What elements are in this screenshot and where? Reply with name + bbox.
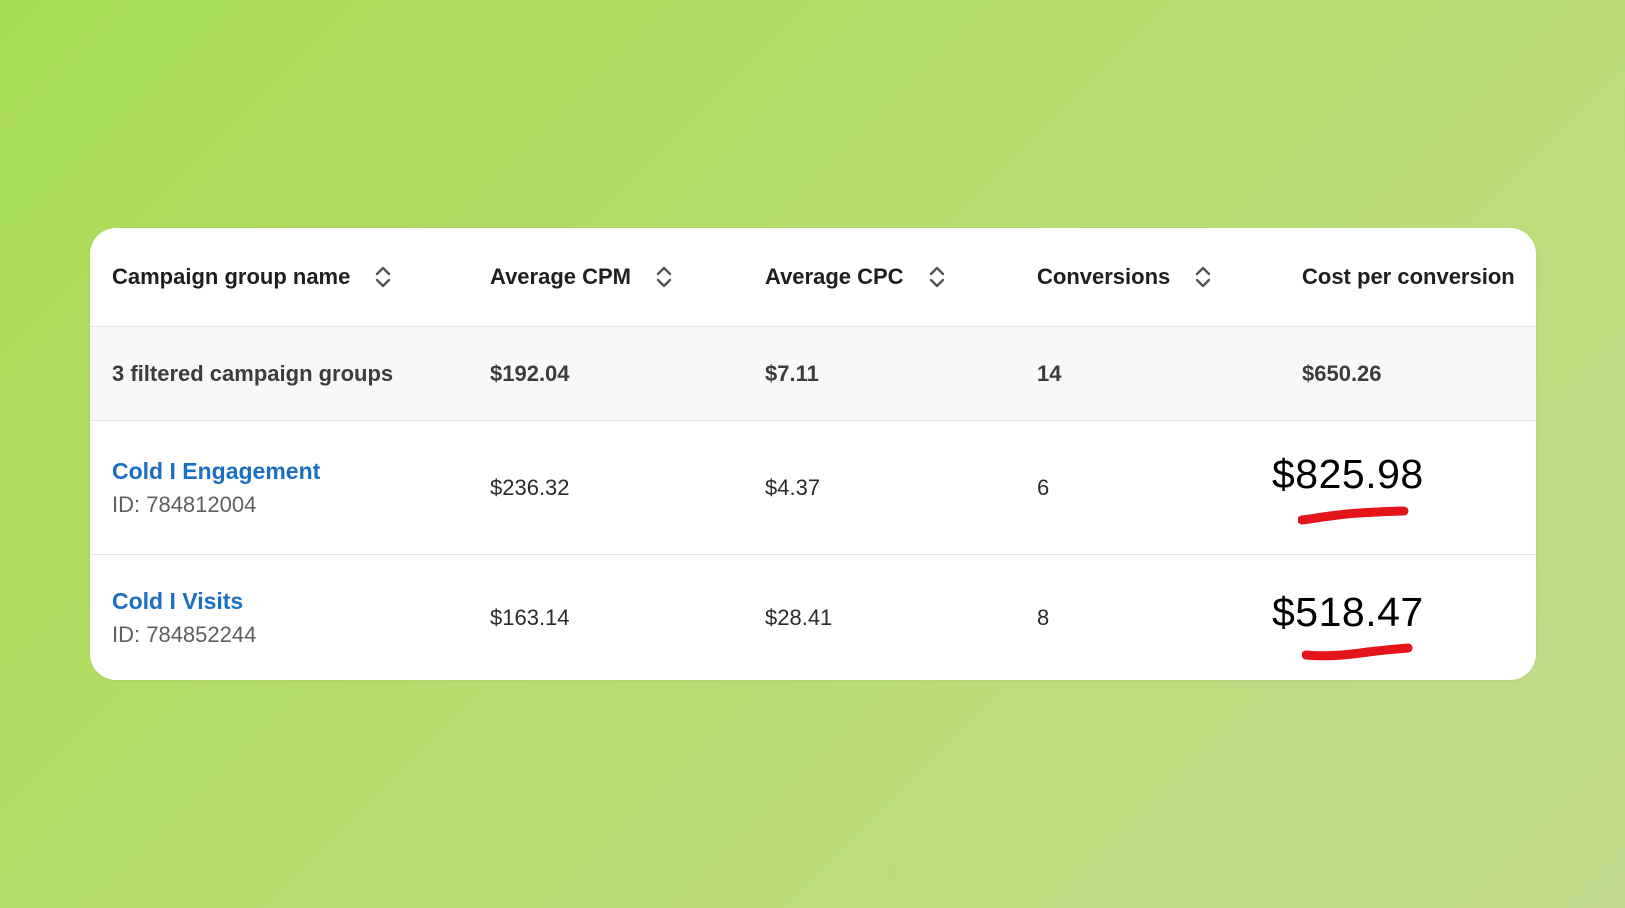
column-header-label: Conversions xyxy=(1037,264,1171,289)
summary-row: 3 filtered campaign groups $192.04 $7.11… xyxy=(90,327,1536,421)
conversions-cell: 8 xyxy=(1037,604,1050,630)
average-cpm-cell: $236.32 xyxy=(490,474,570,500)
table-header-row: Campaign group name Average CPM Average … xyxy=(90,228,1536,327)
campaign-group-id: ID: 784812004 xyxy=(112,491,257,517)
summary-cost-per-conversion: $650.26 xyxy=(1302,360,1382,386)
cost-per-conversion-cell: $518.47 xyxy=(1272,589,1424,635)
table-row: Cold I Visits ID: 784852244 $163.14 $28.… xyxy=(90,555,1536,680)
sort-icon[interactable] xyxy=(1192,264,1214,290)
summary-conversions: 14 xyxy=(1037,360,1062,386)
column-header-campaign-group-name[interactable]: Campaign group name xyxy=(112,228,394,326)
red-underline-annotation xyxy=(1302,643,1413,661)
column-header-average-cpc[interactable]: Average CPC xyxy=(765,228,948,326)
campaign-group-link[interactable]: Cold I Engagement xyxy=(112,454,320,488)
column-header-label: Cost per conversion xyxy=(1302,264,1515,289)
column-header-label: Average CPM xyxy=(490,264,632,289)
average-cpc-cell: $28.41 xyxy=(765,604,833,630)
conversions-cell: 6 xyxy=(1037,474,1050,500)
red-underline-annotation xyxy=(1298,506,1409,525)
campaign-name-cell: Cold I Engagement ID: 784812004 xyxy=(112,421,320,554)
summary-average-cpc: $7.11 xyxy=(765,360,819,386)
column-header-label: Average CPC xyxy=(765,264,904,289)
column-header-conversions[interactable]: Conversions xyxy=(1037,228,1214,326)
average-cpc-cell: $4.37 xyxy=(765,474,821,500)
campaign-name-cell: Cold I Visits ID: 784852244 xyxy=(112,555,256,680)
table-row: Cold I Engagement ID: 784812004 $236.32 … xyxy=(90,421,1536,555)
cost-per-conversion-cell: $825.98 xyxy=(1272,451,1424,497)
campaign-group-id: ID: 784852244 xyxy=(112,621,257,647)
sort-icon[interactable] xyxy=(926,264,948,290)
sort-icon[interactable] xyxy=(372,264,394,290)
average-cpm-cell: $163.14 xyxy=(490,604,570,630)
summary-name: 3 filtered campaign groups xyxy=(112,360,394,386)
campaign-groups-table: Campaign group name Average CPM Average … xyxy=(90,228,1536,680)
column-header-label: Campaign group name xyxy=(112,264,351,289)
summary-average-cpm: $192.04 xyxy=(490,360,570,386)
column-header-average-cpm[interactable]: Average CPM xyxy=(490,228,675,326)
column-header-cost-per-conversion[interactable]: Cost per conversion xyxy=(1302,228,1515,326)
campaign-group-link[interactable]: Cold I Visits xyxy=(112,584,243,618)
sort-icon[interactable] xyxy=(653,264,675,290)
